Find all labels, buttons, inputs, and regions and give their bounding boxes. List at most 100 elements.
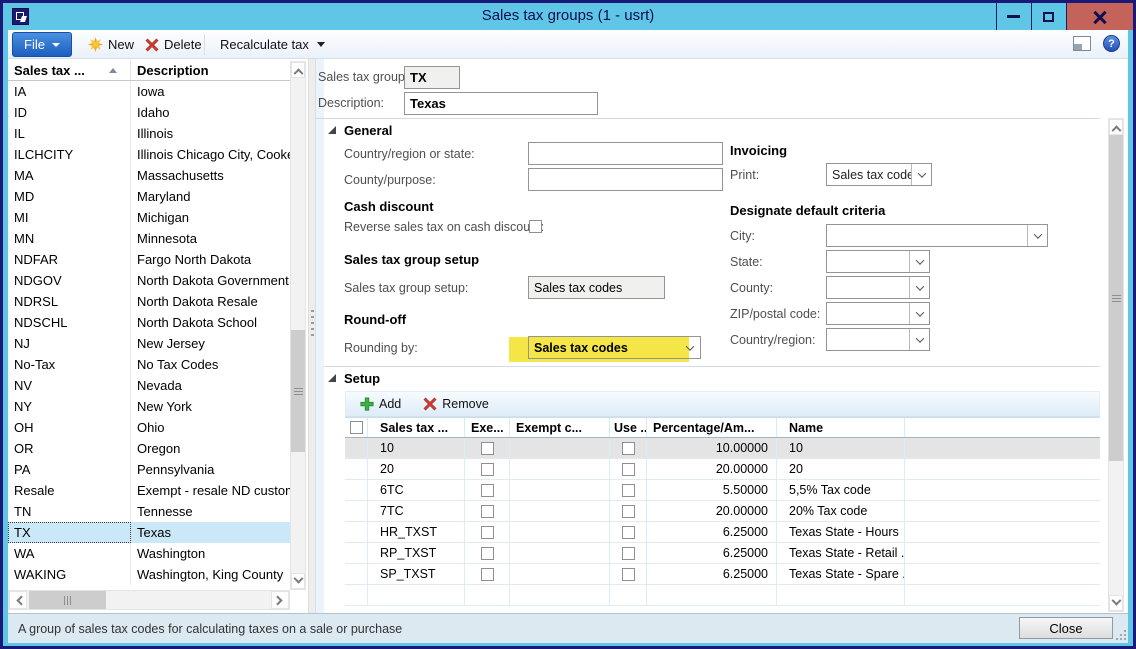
sales-tax-code-cell[interactable]: HR_TXST bbox=[368, 522, 465, 542]
sales-tax-group-field[interactable] bbox=[404, 66, 460, 89]
tax-group-description-cell[interactable]: No Tax Codes bbox=[131, 354, 290, 375]
column-header-exempt-code[interactable]: Exempt c... bbox=[510, 418, 610, 437]
name-cell[interactable]: Texas State - Spare ... bbox=[777, 564, 905, 584]
tax-group-description-cell[interactable]: North Dakota School bbox=[131, 312, 290, 333]
tax-group-description-cell[interactable]: Exempt - resale ND customer bbox=[131, 480, 290, 501]
tax-group-code-cell[interactable]: NDGOV bbox=[8, 270, 131, 291]
exempt-checkbox[interactable] bbox=[481, 547, 494, 560]
sales-tax-code-cell[interactable]: SP_TXST bbox=[368, 564, 465, 584]
tax-group-code-cell[interactable]: NDFAR bbox=[8, 249, 131, 270]
tax-group-row[interactable]: WAWashington bbox=[8, 543, 290, 564]
exempt-code-cell[interactable] bbox=[510, 501, 610, 521]
chevron-down-icon[interactable] bbox=[1027, 225, 1047, 246]
left-grid-hscrollbar[interactable] bbox=[8, 590, 290, 610]
use-tax-checkbox[interactable] bbox=[622, 505, 635, 518]
vscroll-thumb[interactable] bbox=[1109, 135, 1123, 461]
tax-group-code-cell[interactable]: OR bbox=[8, 438, 131, 459]
name-cell[interactable]: 20 bbox=[777, 459, 905, 479]
column-header-exempt[interactable]: Exe... bbox=[465, 418, 510, 437]
tax-group-description-cell[interactable]: Massachusetts bbox=[131, 165, 290, 186]
tax-group-row[interactable]: NYNew York bbox=[8, 396, 290, 417]
tax-group-row[interactable]: OROregon bbox=[8, 438, 290, 459]
percentage-cell[interactable]: 10.00000 bbox=[647, 438, 777, 458]
tax-group-code-cell[interactable]: MN bbox=[8, 228, 131, 249]
exempt-checkbox[interactable] bbox=[481, 484, 494, 497]
name-cell[interactable]: Texas State - Hours bbox=[777, 522, 905, 542]
tax-group-code-cell[interactable]: ILCHCITY bbox=[8, 144, 131, 165]
percentage-cell[interactable]: 6.25000 bbox=[647, 522, 777, 542]
county-dropdown[interactable] bbox=[826, 276, 930, 299]
exempt-code-cell[interactable] bbox=[510, 459, 610, 479]
collapse-triangle-icon[interactable] bbox=[328, 126, 336, 134]
tax-group-row[interactable]: NVNevada bbox=[8, 375, 290, 396]
setup-row[interactable]: 1010.0000010 bbox=[345, 438, 1100, 459]
percentage-cell[interactable]: 20.00000 bbox=[647, 501, 777, 521]
state-dropdown[interactable] bbox=[826, 250, 930, 273]
tax-group-row[interactable]: IDIdaho bbox=[8, 102, 290, 123]
name-cell[interactable]: 10 bbox=[777, 438, 905, 458]
tax-group-description-cell[interactable]: Tennesse bbox=[131, 501, 290, 522]
column-header-sales-tax-code[interactable]: Sales tax ... bbox=[368, 418, 465, 437]
row-selector[interactable] bbox=[345, 522, 368, 542]
row-selector[interactable] bbox=[345, 459, 368, 479]
chevron-down-icon[interactable] bbox=[909, 329, 929, 350]
sales-tax-code-cell[interactable]: RP_TXST bbox=[368, 543, 465, 563]
column-header-percentage[interactable]: Percentage/Am... bbox=[647, 418, 777, 437]
exempt-code-cell[interactable] bbox=[510, 438, 610, 458]
column-header-name[interactable]: Name bbox=[777, 418, 905, 437]
tax-group-row[interactable]: MDMaryland bbox=[8, 186, 290, 207]
exempt-checkbox[interactable] bbox=[481, 463, 494, 476]
row-selector[interactable] bbox=[345, 501, 368, 521]
tax-group-code-cell[interactable]: OH bbox=[8, 417, 131, 438]
percentage-cell[interactable]: 6.25000 bbox=[647, 564, 777, 584]
column-header-sales-tax[interactable]: Sales tax ... bbox=[8, 61, 131, 80]
setup-row[interactable]: 7TC20.0000020% Tax code bbox=[345, 501, 1100, 522]
chevron-down-icon[interactable] bbox=[909, 277, 929, 298]
exempt-code-cell[interactable] bbox=[510, 522, 610, 542]
column-header-description[interactable]: Description bbox=[131, 61, 290, 80]
chevron-down-icon[interactable] bbox=[680, 337, 700, 358]
tax-group-description-cell[interactable]: Illinois bbox=[131, 123, 290, 144]
add-button[interactable]: Add bbox=[360, 397, 401, 411]
tax-group-row[interactable]: NDSCHLNorth Dakota School bbox=[8, 312, 290, 333]
tax-group-code-cell[interactable]: TN bbox=[8, 501, 131, 522]
zip-postal-code-dropdown[interactable] bbox=[826, 302, 930, 325]
setup-row[interactable]: HR_TXST 6.25000Texas State - Hours bbox=[345, 522, 1100, 543]
tax-group-code-cell[interactable]: NJ bbox=[8, 333, 131, 354]
name-cell[interactable]: Texas State - Retail ... bbox=[777, 543, 905, 563]
exempt-checkbox[interactable] bbox=[481, 526, 494, 539]
scroll-down-arrow[interactable] bbox=[291, 573, 305, 589]
select-all-cell[interactable] bbox=[345, 418, 368, 437]
file-menu-button[interactable]: File bbox=[12, 32, 72, 57]
scroll-down-arrow[interactable] bbox=[1109, 595, 1123, 611]
close-button[interactable]: Close bbox=[1019, 617, 1113, 639]
tax-group-description-cell[interactable]: New York bbox=[131, 396, 290, 417]
tax-group-description-cell[interactable]: Pennsylvania bbox=[131, 459, 290, 480]
tax-group-description-cell[interactable]: New Jersey bbox=[131, 333, 290, 354]
close-window-button[interactable] bbox=[1066, 3, 1133, 30]
tax-group-code-cell[interactable]: MD bbox=[8, 186, 131, 207]
exempt-checkbox[interactable] bbox=[481, 505, 494, 518]
tax-group-row[interactable]: ResaleExempt - resale ND customer bbox=[8, 480, 290, 501]
exempt-code-cell[interactable] bbox=[510, 480, 610, 500]
country-region-dropdown[interactable] bbox=[826, 328, 930, 351]
tax-group-row[interactable]: NJNew Jersey bbox=[8, 333, 290, 354]
scroll-right-arrow[interactable] bbox=[271, 591, 289, 609]
tax-group-description-cell[interactable]: Michigan bbox=[131, 207, 290, 228]
remove-button[interactable]: Remove bbox=[423, 397, 489, 411]
use-tax-checkbox[interactable] bbox=[622, 526, 635, 539]
exempt-code-cell[interactable] bbox=[510, 543, 610, 563]
tax-group-row[interactable]: TXTexas bbox=[8, 522, 290, 543]
tax-group-description-cell[interactable]: Maryland bbox=[131, 186, 290, 207]
titlebar[interactable]: Sales tax groups (1 - usrt) bbox=[3, 3, 1133, 30]
minimize-button[interactable] bbox=[996, 3, 1030, 30]
description-field[interactable] bbox=[404, 92, 598, 115]
delete-button[interactable]: Delete bbox=[145, 33, 202, 56]
tax-group-row[interactable]: IAIowa bbox=[8, 81, 290, 102]
setup-row[interactable]: RP_TXST6.25000Texas State - Retail ... bbox=[345, 543, 1100, 564]
tax-group-row[interactable]: ILCHCITYIllinois Chicago City, Cooke C bbox=[8, 144, 290, 165]
select-all-checkbox[interactable] bbox=[350, 421, 363, 434]
tax-group-description-cell[interactable]: Iowa bbox=[131, 81, 290, 102]
setup-row[interactable]: 6TC5.500005,5% Tax code bbox=[345, 480, 1100, 501]
exempt-checkbox[interactable] bbox=[481, 442, 494, 455]
